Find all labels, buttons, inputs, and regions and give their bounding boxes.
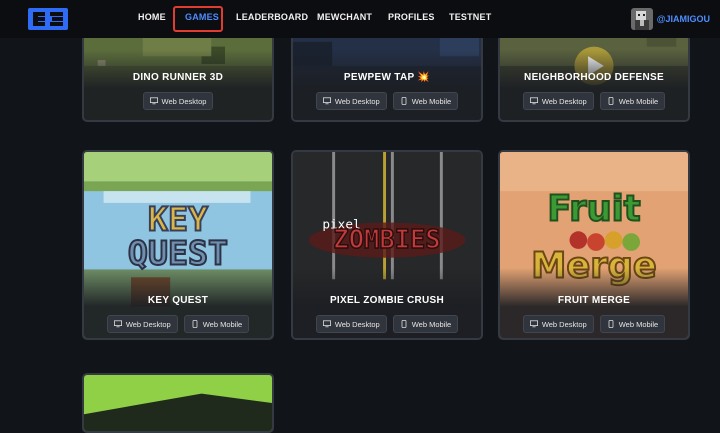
badge-label: Web Desktop: [161, 96, 207, 106]
game-title: KEY QUEST: [147, 295, 209, 306]
platform-badges: Web Desktop Web Mobile: [500, 315, 688, 333]
top-nav-bar: HOME GAMES LEADERBOARD MEWCHANT PROFILES…: [0, 0, 720, 38]
monitor-icon: [322, 97, 331, 105]
monitor-icon: [529, 97, 538, 105]
user-profile[interactable]: @JIAMIGOU: [630, 6, 710, 32]
game-title: FRUIT MERGE: [557, 295, 631, 306]
monitor-icon: [529, 320, 538, 328]
badge-label: Web Mobile: [618, 96, 659, 106]
nav-mewchant[interactable]: MEWCHANT: [317, 12, 372, 22]
key-quest-logo-line1: KEY: [148, 199, 208, 238]
username[interactable]: @JIAMIGOU: [657, 14, 710, 24]
web-mobile-badge: Web Mobile: [392, 92, 459, 110]
web-mobile-badge: Web Mobile: [599, 92, 666, 110]
web-mobile-badge: Web Mobile: [599, 315, 666, 333]
badge-label: Web Desktop: [125, 319, 171, 329]
nav-testnet[interactable]: TESTNET: [449, 12, 491, 22]
game-card-pixel-zombie-crush[interactable]: pixel ZOMBIES PIXEL ZOMBIE CRUSH Web Des…: [291, 150, 483, 340]
badge-label: Web Mobile: [411, 319, 452, 329]
nav-home[interactable]: HOME: [138, 12, 166, 22]
phone-icon: [401, 97, 407, 105]
fruit-merge-logo-line1: Fruit: [547, 189, 640, 230]
game-title: PIXEL ZOMBIE CRUSH: [329, 295, 445, 306]
zombie-logo-line2: ZOMBIES: [333, 225, 440, 255]
platform-badges: Web Desktop Web Mobile: [293, 315, 481, 333]
monitor-icon: [113, 320, 122, 328]
avatar[interactable]: [630, 8, 653, 30]
phone-icon: [192, 320, 198, 328]
game-title: NEIGHBORHOOD DEFENSE: [524, 72, 664, 83]
game-card-key-quest[interactable]: KEY QUEST KEY QUEST Web Desktop Web Mobi…: [82, 150, 274, 340]
nav-leaderboard[interactable]: LEADERBOARD: [236, 12, 308, 22]
web-desktop-badge: Web Desktop: [522, 315, 594, 333]
badge-label: Web Mobile: [618, 319, 659, 329]
web-desktop-badge: Web Desktop: [106, 315, 178, 333]
game-card-partial[interactable]: [82, 373, 274, 433]
monitor-icon: [149, 97, 158, 105]
web-desktop-badge: Web Desktop: [315, 315, 387, 333]
platform-badges: Web Desktop Web Mobile: [293, 92, 481, 110]
badge-label: Web Desktop: [334, 96, 380, 106]
web-mobile-badge: Web Mobile: [392, 315, 459, 333]
phone-icon: [401, 320, 407, 328]
web-mobile-badge: Web Mobile: [183, 315, 250, 333]
nav-profiles[interactable]: PROFILES: [388, 12, 435, 22]
game-card-fruit-merge[interactable]: Fruit Merge FRUIT MERGE Web Desktop Web …: [498, 150, 690, 340]
badge-label: Web Desktop: [541, 96, 587, 106]
platform-badges: Web Desktop: [84, 92, 272, 110]
game-title: DINO RUNNER 3D: [132, 72, 224, 83]
web-desktop-badge: Web Desktop: [315, 92, 387, 110]
badge-label: Web Mobile: [411, 96, 452, 106]
phone-icon: [608, 320, 614, 328]
b3-logo[interactable]: [28, 8, 68, 30]
badge-label: Web Desktop: [541, 319, 587, 329]
games-highlight-box: [173, 6, 223, 32]
monitor-icon: [322, 320, 331, 328]
platform-badges: Web Desktop Web Mobile: [84, 315, 272, 333]
key-quest-logo-line2: QUEST: [128, 234, 228, 273]
game-title: PEWPEW TAP 💥: [343, 72, 431, 83]
badge-label: Web Mobile: [202, 319, 243, 329]
web-desktop-badge: Web Desktop: [142, 92, 214, 110]
partial-game-art: [84, 375, 272, 431]
badge-label: Web Desktop: [334, 319, 380, 329]
phone-icon: [608, 97, 614, 105]
web-desktop-badge: Web Desktop: [522, 92, 594, 110]
platform-badges: Web Desktop Web Mobile: [500, 92, 688, 110]
